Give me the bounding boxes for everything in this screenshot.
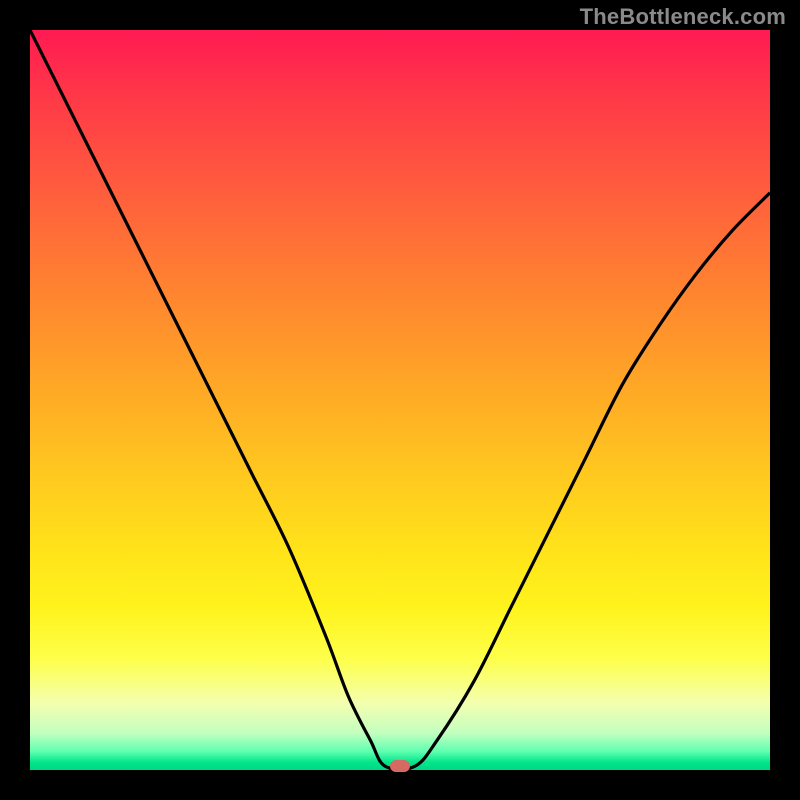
optimal-marker xyxy=(390,760,410,772)
plot-area xyxy=(30,30,770,770)
chart-frame: TheBottleneck.com xyxy=(0,0,800,800)
attribution-label: TheBottleneck.com xyxy=(580,4,786,30)
bottleneck-curve xyxy=(30,30,770,770)
